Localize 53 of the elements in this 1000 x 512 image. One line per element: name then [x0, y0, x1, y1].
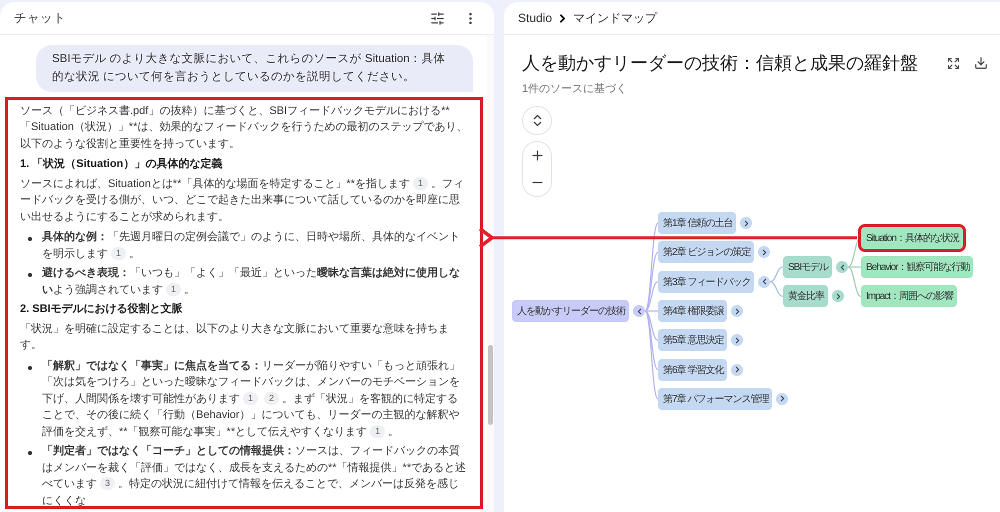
bullet-icon — [28, 273, 32, 278]
section-heading: 2. SBIモデルにおける役割と文脈 — [20, 302, 184, 318]
bullet-icon — [28, 366, 32, 370]
citation-chip[interactable]: 1 — [243, 392, 258, 405]
citation-chip[interactable]: 1 — [111, 246, 126, 260]
mindmap-node[interactable]: 第6章 学習文化 — [658, 358, 728, 381]
bullet-text: 具体的な例：「先週月曜日の定例会議で」のように、日時や場所、具体的なイベントを明示します 1 。 — [42, 230, 461, 262]
breadcrumb-link[interactable]: Studio — [518, 11, 552, 25]
mindmap-node[interactable]: 人を動かすリーダーの技術 — [512, 300, 629, 322]
mindmap-node[interactable]: 第5章 意思決定 — [658, 329, 728, 352]
mindmap-node[interactable]: 黄金比率 — [783, 285, 828, 308]
connector-line — [770, 281, 784, 297]
scrollbar-thumb[interactable] — [488, 345, 493, 425]
question-bubble: SBIモデル のより大きな文脈において、これらのソースが Situation：具体的な状況 について何を言おうとしているのかを説明してください。 — [36, 45, 473, 92]
collapse-icon[interactable] — [836, 261, 848, 274]
expand-icon[interactable] — [740, 217, 752, 230]
bullet-icon — [28, 237, 32, 242]
connector-line — [770, 266, 784, 282]
answer-paragraph: ソース（「ビジネス書.pdf」の抜粋）に基づくと、SBIフィードバックモデルにおける**「Situation（状況）」**は、効果的なフィードバックを行うための最初のステップであり、以下のような役割と重要性を持っています。 — [20, 104, 468, 152]
mindmap-node[interactable]: Impact：周囲への影響 — [861, 285, 958, 308]
source-count: 1件のソースに基づく — [521, 82, 628, 96]
collapse-icon[interactable] — [633, 305, 645, 317]
citation-chip[interactable]: 2 — [264, 392, 280, 405]
mindmap-node[interactable]: 第4章 権限委譲 — [658, 300, 728, 322]
mindmap-node[interactable]: 第3章 フィードバック — [658, 270, 754, 293]
mindmap-node[interactable]: Behavior：観察可能な行動 — [861, 256, 974, 278]
expand-icon[interactable] — [832, 290, 844, 302]
expand-icon[interactable] — [731, 334, 744, 346]
bullet-icon — [28, 451, 32, 456]
citation-chip[interactable]: 1 — [166, 282, 182, 296]
bullet-text: 「判定者」ではなく「コーチ」としての情報提供：ソースは、フィードバックの本質 はメンバーを裁く「評価」ではなく、成長を支えるための**「情報提供」**であると述べています 3 。特定の状況に紐付けて情報を伝えることで、メンバーは反発を感じにくくな — [42, 444, 468, 506]
bullet-text: 「解釈」ではなく「事実」に焦点を当てる：リーダーが陥りやすい「もっと頑張れ」「次は気をつけろ」といった曖昧なフィードバックは、メンバーのモチベーションを下げ、人間関係を壊す可能性があります 1 2 。まず「状況」を客観的に特定することで、その後に続く「行動（Behavior）」についても、リーダーの主観的な解釈や評価を交えず、**「観察可能な事実」**として伝えやすくなります 1 。 — [42, 358, 461, 440]
citation-chip[interactable]: 3 — [100, 477, 116, 490]
collapse-icon[interactable] — [758, 276, 770, 288]
expand-icon[interactable] — [776, 392, 788, 405]
answer-paragraph: ソースによれば、Situationとは**「具体的な場面を特定すること」**を指します 1 。フィードバックを受ける側が、いつ、どこで起きた出来事について話しているのかを即座に思い出せるようにすることが求められます。 — [20, 176, 465, 225]
expand-icon[interactable] — [731, 364, 744, 376]
breadcrumb-current: マインドマップ — [573, 10, 658, 26]
section-heading: 1. 「状況（Situation）」の具体的な定義 — [20, 156, 224, 172]
expand-icon[interactable] — [758, 246, 770, 258]
download-icon[interactable] — [972, 54, 990, 72]
answer-paragraph: 「状況」を明確に設定することは、以下のより大きな文脈において重要な意味を持ちます。 — [20, 322, 450, 354]
mindmap-node[interactable]: 第1章 信頼の土台 — [658, 212, 736, 234]
panel-title: チャット — [14, 10, 66, 26]
mindmap-node[interactable]: 第7章 パフォーマンス管理 — [658, 388, 772, 410]
mindmap-node[interactable]: Situation：具体的な状況 — [861, 226, 963, 249]
mindmap-node[interactable]: 第2章 ビジョンの策定 — [658, 241, 754, 264]
mindmap-title: 人を動かすリーダーの技術：信頼と成果の羅針盤 — [522, 52, 919, 75]
mindmap-node[interactable]: SBIモデル — [783, 256, 832, 278]
expand-icon[interactable] — [731, 305, 744, 317]
citation-chip[interactable]: 1 — [370, 424, 386, 438]
citation-chip[interactable]: 1 — [412, 176, 428, 190]
bullet-text: 避けるべき表現：「いつも」「よく」「最近」といった曖昧な言葉は絶対に使用しないよう強調されています 1 。 — [42, 266, 461, 298]
